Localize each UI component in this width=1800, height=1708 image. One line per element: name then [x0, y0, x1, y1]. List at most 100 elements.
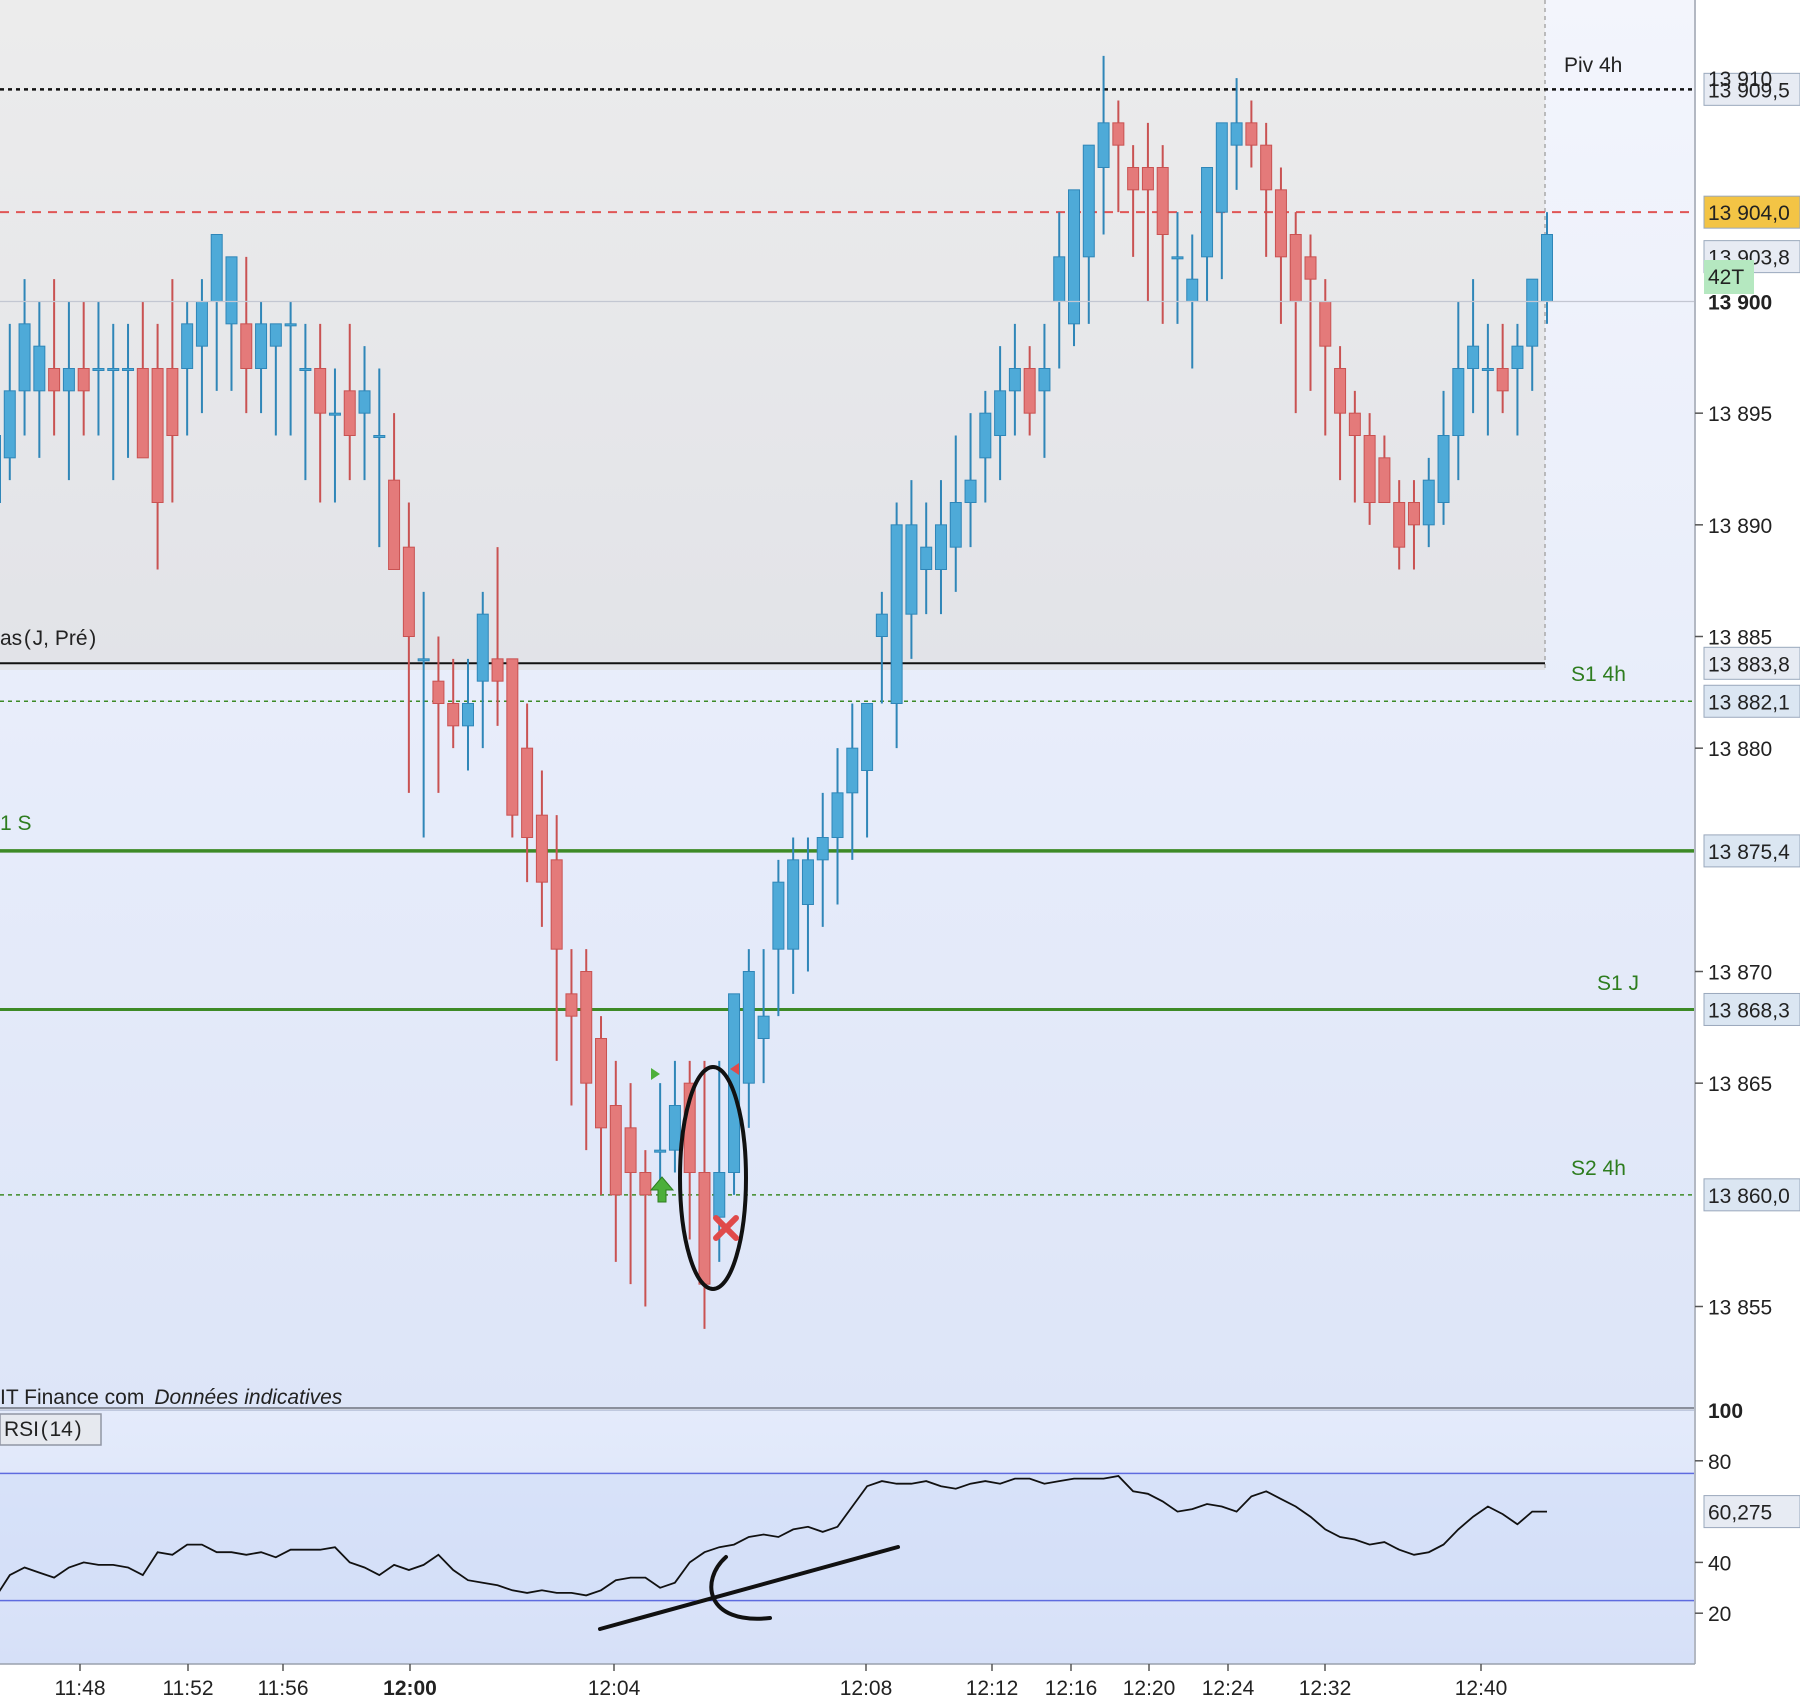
- candle-body: [1393, 502, 1406, 548]
- x-tick-label: 11:48: [55, 1677, 106, 1700]
- y-tick-label: 13 895: [1708, 403, 1772, 426]
- x-tick-label: 11:56: [258, 1677, 309, 1700]
- candle-body: [1112, 122, 1125, 146]
- candle-body: [1289, 234, 1302, 302]
- x-tick-label: 12:00: [383, 1677, 437, 1700]
- time-axis: 11:48 11:52 11:56 12:00 12:04 12:08 12:12 12:16…: [55, 1664, 1507, 1700]
- candle-body: [328, 412, 341, 416]
- candle-body: [949, 502, 962, 548]
- candle-body: [1230, 122, 1243, 146]
- candle-body: [417, 658, 430, 662]
- candle-body: [831, 792, 844, 838]
- x-tick-label: 12:04: [588, 1677, 641, 1700]
- candle-body: [979, 412, 992, 459]
- candle-body: [1378, 457, 1391, 504]
- candle-body: [816, 837, 829, 861]
- candle-body: [1186, 278, 1199, 302]
- x-tick-label: 12:20: [1123, 1677, 1176, 1700]
- candle-body: [846, 747, 859, 794]
- candle-body: [1526, 278, 1539, 347]
- candle-body: [343, 390, 356, 437]
- data-source-name: IT Finance com: [0, 1386, 144, 1409]
- candle-body: [1068, 189, 1081, 325]
- candle-body: [1304, 256, 1317, 280]
- candle-body: [595, 1038, 608, 1129]
- candle-body: [299, 368, 312, 371]
- candle-body: [801, 859, 814, 905]
- candle-body: [1023, 368, 1036, 414]
- candle-body: [742, 971, 755, 1084]
- candle-body: [580, 971, 593, 1084]
- candle-body: [1201, 167, 1214, 258]
- candle-body: [609, 1105, 622, 1196]
- candle-body: [1496, 368, 1509, 392]
- y-tick-label: 13 870: [1708, 962, 1772, 985]
- candle-body: [1541, 234, 1553, 302]
- candle-body: [33, 345, 46, 392]
- candle-body: [1127, 167, 1140, 191]
- candle-body: [1097, 122, 1110, 169]
- level-price-label-1: 13 904,0: [1708, 202, 1790, 225]
- candle-body: [1511, 345, 1524, 369]
- tick-count-label: 42T: [1708, 266, 1744, 289]
- x-tick-label: 12:24: [1202, 1677, 1255, 1700]
- y-tick-label: 13 880: [1708, 738, 1772, 761]
- candle-body: [713, 1172, 726, 1218]
- candle-body: [1038, 368, 1051, 392]
- candle-body: [964, 479, 977, 503]
- candle-body: [535, 814, 548, 883]
- candle-body: [1274, 189, 1287, 258]
- rsi-tick-label: 20: [1708, 1603, 1731, 1626]
- candle-body: [225, 256, 238, 325]
- candle-body: [373, 435, 386, 438]
- candle-body: [521, 747, 534, 839]
- candle-body: [476, 613, 489, 682]
- candle-body: [432, 680, 445, 705]
- level-name-prior-low: as ( J, Pré ): [0, 627, 96, 650]
- candle-body: [48, 368, 61, 392]
- rsi-label: RSI ( 14 ): [4, 1418, 82, 1441]
- candle-body: [1215, 122, 1228, 213]
- candle-body: [905, 524, 918, 615]
- candle-body: [107, 368, 120, 371]
- x-tick-label: 11:52: [163, 1677, 214, 1700]
- candle-body: [151, 368, 164, 503]
- rsi-last-label: 60,275: [1708, 1502, 1772, 1525]
- candle-body: [210, 234, 223, 302]
- candle-body: [314, 368, 327, 414]
- candle-body: [402, 546, 415, 638]
- candle-body: [62, 368, 75, 392]
- level-price-label-6: 13 868,3: [1708, 999, 1790, 1022]
- candle-body: [1348, 412, 1361, 436]
- candle-body: [0, 435, 1, 503]
- candle-body: [1319, 301, 1332, 347]
- candle-body: [195, 301, 208, 347]
- candle-body: [255, 323, 268, 370]
- x-tick-label: 12:08: [840, 1677, 893, 1700]
- candle-body: [757, 1015, 770, 1040]
- candle-body: [1141, 167, 1154, 191]
- level-name-1s: 1 S: [0, 812, 32, 835]
- data-source-note: Données indicatives: [154, 1386, 342, 1409]
- candle-body: [1422, 479, 1435, 526]
- candle-body: [1481, 368, 1494, 371]
- candle-body: [122, 368, 135, 371]
- candle-body: [461, 703, 474, 727]
- y-tick-label: 13 890: [1708, 515, 1772, 538]
- candle-body: [875, 613, 888, 638]
- candle-body: [388, 479, 401, 570]
- candle-body: [284, 323, 297, 327]
- x-tick-label: 12:32: [1299, 1677, 1352, 1700]
- candle-body: [565, 993, 578, 1017]
- candle-body: [447, 703, 460, 727]
- candle-body: [1156, 167, 1169, 235]
- candle-body: [624, 1127, 637, 1174]
- candle-body: [654, 1149, 667, 1153]
- y-tick-label: 13 855: [1708, 1297, 1772, 1320]
- trading-chart: 13 909,513 904,013 903,813 883,813 882,1…: [0, 0, 1800, 1700]
- candle-body: [491, 658, 504, 682]
- candle-body: [550, 859, 563, 950]
- candle-body: [1260, 144, 1273, 191]
- candle-body: [639, 1172, 652, 1196]
- level-price-label-3: 13 883,8: [1708, 653, 1790, 676]
